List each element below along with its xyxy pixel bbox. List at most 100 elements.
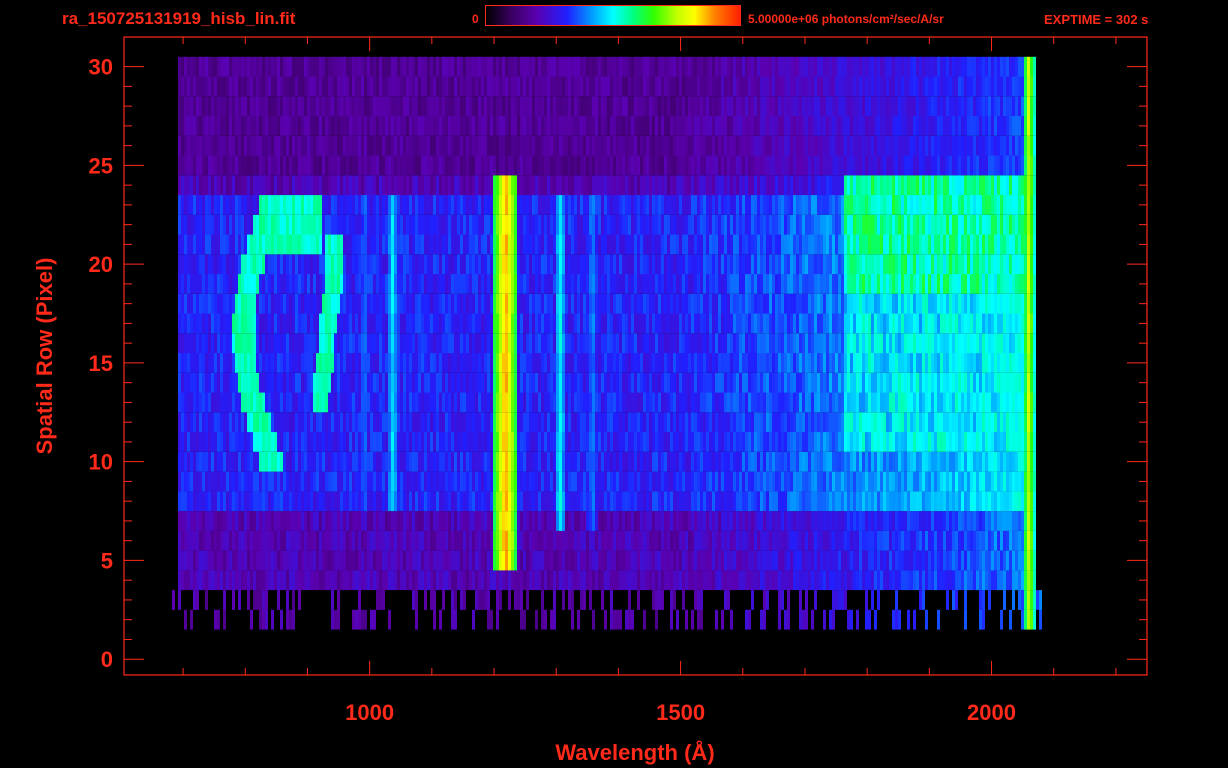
heatmap-cell [397,570,400,591]
heatmap-cell [490,609,493,630]
heatmap-cell [214,195,217,215]
heatmap-cell [601,195,604,215]
heatmap-cell [565,471,568,492]
heatmap-cell [463,214,466,235]
heatmap-cell [676,333,679,354]
heatmap-cell [307,175,310,196]
heatmap-cell [652,274,655,294]
heatmap-cell [310,175,313,196]
heatmap-cell [208,471,211,492]
heatmap-cell [550,135,553,156]
heatmap-cell [328,471,331,492]
heatmap-cell [637,451,640,472]
heatmap-cell [703,432,706,452]
heatmap-cell [229,116,232,136]
heatmap-cell [523,96,526,117]
heatmap-cell [709,530,712,551]
heatmap-cell [670,274,673,294]
heatmap-cell [598,432,601,452]
heatmap-cell [544,293,547,314]
heatmap-cell [457,333,460,354]
heatmap-cell [505,392,508,413]
heatmap-cell [199,333,202,354]
heatmap-cell [352,155,355,176]
heatmap-cell [286,195,289,215]
heatmap-cell [601,372,604,393]
heatmap-cell [496,451,499,472]
heatmap-cell [238,195,241,215]
heatmap-cell [628,274,631,294]
heatmap-cell [457,491,460,512]
heatmap-cell [481,293,484,314]
heatmap-cell [556,392,559,413]
heatmap-cell [610,175,613,196]
heatmap-cell [373,530,376,551]
heatmap-cell [238,432,241,452]
heatmap-cell [367,333,370,354]
heatmap-cell [340,333,343,354]
heatmap-cell [649,550,652,571]
heatmap-cell [376,333,379,354]
heatmap-cell [367,195,370,215]
heatmap-cell [535,293,538,314]
heatmap-cell [223,530,226,551]
heatmap-cell [229,155,232,176]
heatmap-cell [421,550,424,571]
heatmap-cell [697,195,700,215]
heatmap-cell [658,293,661,314]
heatmap-cell [289,451,292,472]
heatmap-cell [463,333,466,354]
heatmap-cell [268,274,271,294]
heatmap-cell [514,550,517,571]
heatmap-cell [220,274,223,294]
heatmap-cell [421,511,424,531]
heatmap-cell [235,293,238,314]
heatmap-cell [370,353,373,373]
heatmap-cell [673,76,676,97]
heatmap-cell [508,451,511,472]
heatmap-cell [604,609,607,630]
heatmap-cell [388,333,391,354]
heatmap-cell [643,313,646,334]
heatmap-cell [349,76,352,97]
heatmap-cell [379,372,382,393]
heatmap-cell [580,451,583,472]
heatmap-cell [316,412,319,433]
heatmap-cell [700,570,703,591]
heatmap-cell [334,333,337,354]
heatmap-cell [643,353,646,373]
heatmap-cell [184,155,187,176]
heatmap-cell [397,155,400,176]
heatmap-cell [376,293,379,314]
heatmap-cell [679,412,682,433]
heatmap-cell [349,96,352,117]
heatmap-cell [607,491,610,512]
heatmap-cell [187,175,190,196]
heatmap-cell [616,412,619,433]
heatmap-cell [694,590,697,610]
heatmap-cell [604,491,607,512]
heatmap-cell [277,175,280,196]
heatmap-cell [202,530,205,551]
heatmap-cell [628,175,631,196]
heatmap-cell [346,353,349,373]
heatmap-cell [379,234,382,255]
heatmap-cell [601,56,604,77]
heatmap-cell [445,274,448,294]
heatmap-cell [181,254,184,275]
heatmap-cell [637,511,640,531]
heatmap-cell [304,471,307,492]
heatmap-cell [295,333,298,354]
heatmap-cell [370,234,373,255]
heatmap-cell [379,116,382,136]
heatmap-cell [364,471,367,492]
heatmap-cell [178,530,181,551]
heatmap-cell [355,116,358,136]
heatmap-cell [490,372,493,393]
heatmap-cell [508,175,511,196]
heatmap-cell [478,333,481,354]
heatmap-cell [349,214,352,235]
heatmap-cell [232,234,235,255]
heatmap-cell [487,511,490,531]
heatmap-cell [694,372,697,393]
